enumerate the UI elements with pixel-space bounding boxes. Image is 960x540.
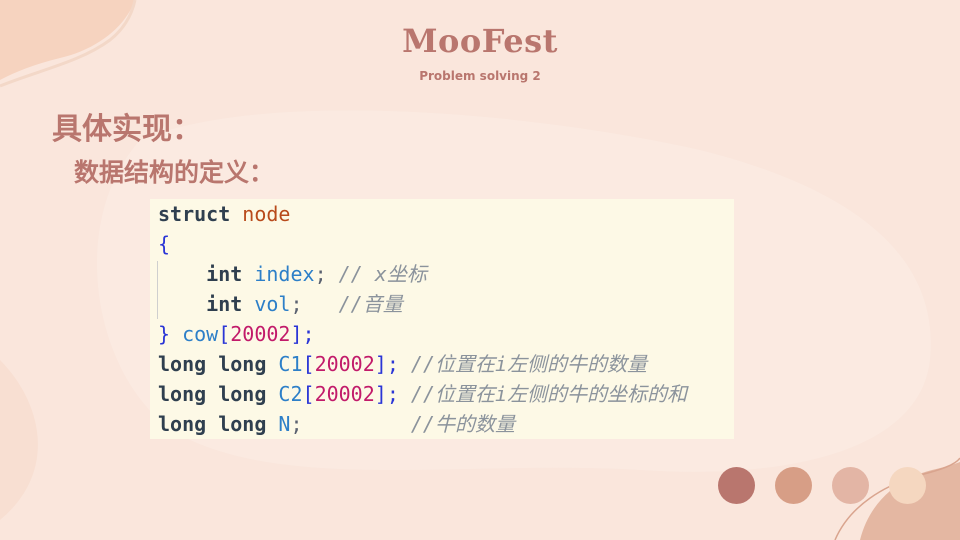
code-bracket: [: [302, 382, 315, 406]
code-comment: //牛的数量: [410, 412, 515, 436]
code-keyword: struct: [158, 202, 231, 226]
code-line-c2: long long C2[20002]; //位置在i左侧的牛的坐标的和: [158, 379, 687, 409]
code-line-index: int index; // x坐标: [158, 259, 427, 289]
code-identifier: N: [278, 412, 291, 436]
code-line-n: long long N; //牛的数量: [158, 409, 515, 439]
slide-subtitle: Problem solving 2: [419, 69, 541, 83]
code-identifier: cow: [182, 322, 219, 346]
code-punct: ;: [290, 412, 303, 436]
code-comment: //音量: [338, 292, 403, 316]
code-number: 20002: [314, 352, 375, 376]
code-type: int: [206, 262, 243, 286]
dot-2: [775, 467, 812, 504]
code-comment: //位置在i左侧的牛的坐标的和: [410, 382, 688, 406]
code-comment: //位置在i左侧的牛的数量: [410, 352, 648, 376]
code-identifier: C1: [278, 352, 303, 376]
dot-4: [889, 467, 926, 504]
section-subheading: 数据结构的定义：: [74, 158, 275, 187]
code-line-open-brace: {: [158, 229, 170, 259]
dot-1: [718, 467, 755, 504]
code-number: 20002: [314, 382, 375, 406]
code-type: long long: [158, 352, 267, 376]
code-bracket: [: [218, 322, 231, 346]
code-block: struct node { int index; // x坐标 int vol;…: [150, 199, 734, 439]
section-heading: 具体实现：: [52, 112, 202, 147]
code-identifier: vol: [254, 292, 291, 316]
code-struct-name: node: [242, 202, 291, 226]
code-identifier: index: [254, 262, 315, 286]
code-punct: ;: [290, 292, 303, 316]
code-brace: }: [158, 322, 171, 346]
code-line-cow: } cow[20002];: [158, 319, 315, 349]
code-type: int: [206, 292, 243, 316]
code-line-vol: int vol; //音量: [158, 289, 403, 319]
code-bracket: ];: [374, 382, 399, 406]
code-type: long long: [158, 412, 267, 436]
code-line-struct: struct node: [158, 199, 290, 229]
dot-3: [832, 467, 869, 504]
slide-title: MooFest: [402, 22, 558, 60]
code-brace: {: [158, 232, 171, 256]
code-identifier: C2: [278, 382, 303, 406]
code-line-c1: long long C1[20002]; //位置在i左侧的牛的数量: [158, 349, 647, 379]
code-bracket: ];: [374, 352, 399, 376]
bottom-left-blob: [0, 360, 38, 520]
code-bracket: ];: [290, 322, 315, 346]
code-comment: // x坐标: [338, 262, 427, 286]
code-bracket: [: [302, 352, 315, 376]
code-punct: ;: [314, 262, 327, 286]
code-type: long long: [158, 382, 267, 406]
code-number: 20002: [230, 322, 291, 346]
